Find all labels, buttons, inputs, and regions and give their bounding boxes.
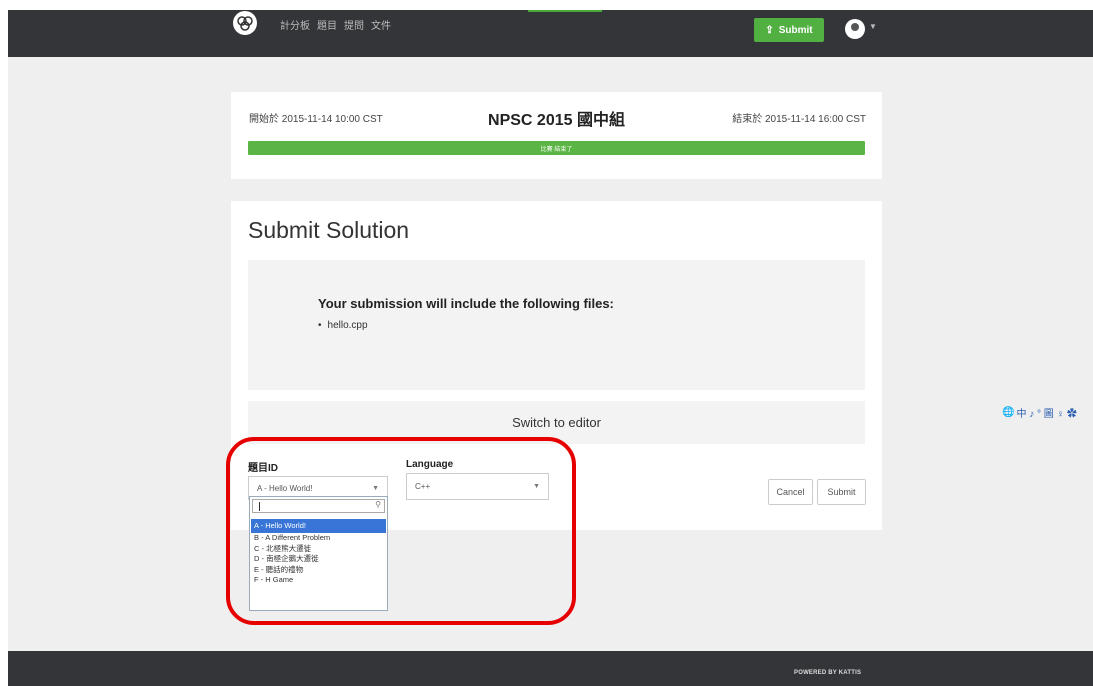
select-caret-icon: ▼ bbox=[533, 483, 540, 490]
footer: POWERED BY KATTIS bbox=[8, 651, 1093, 686]
upload-icon: ⇪ bbox=[765, 24, 774, 36]
dropdown-search-input[interactable]: ⚲ bbox=[252, 499, 385, 513]
page-title: Submit Solution bbox=[248, 217, 410, 243]
nav-links: 計分板 題目 提問 文件 bbox=[280, 17, 391, 32]
language-label: Language bbox=[406, 459, 454, 470]
problem-select-value: A - Hello World! bbox=[257, 483, 313, 493]
contest-progress-bar: 比賽 結束了 bbox=[248, 141, 865, 155]
nav-link-problems[interactable]: 題目 bbox=[317, 17, 337, 32]
dropdown-option[interactable]: D - 南極企鵝大遷徙 bbox=[251, 554, 386, 565]
switch-to-editor-button[interactable]: Switch to editor bbox=[248, 401, 865, 444]
top-submit-button[interactable]: ⇪ Submit bbox=[754, 18, 824, 42]
cancel-button[interactable]: Cancel bbox=[768, 479, 813, 505]
contest-info-card: 開始於 2015-11-14 10:00 CST NPSC 2015 國中組 結… bbox=[231, 92, 882, 179]
contest-end-time: 結束於 2015-11-14 16:00 CST bbox=[732, 114, 866, 125]
ime-toolbar[interactable]: 🌐 中 ♪ ° 圖 ♀ ✿ bbox=[1002, 404, 1093, 421]
text-cursor bbox=[259, 502, 260, 511]
nav-link-clarifications[interactable]: 提問 bbox=[344, 17, 364, 32]
file-list: hello.cpp bbox=[318, 320, 368, 331]
dropdown-option[interactable]: C - 北極熊大遷徙 bbox=[251, 544, 386, 555]
chevron-down-icon[interactable]: ▼ bbox=[869, 22, 877, 31]
nav-link-docs[interactable]: 文件 bbox=[371, 17, 391, 32]
dropdown-option[interactable]: B - A Different Problem bbox=[251, 533, 386, 544]
dropdown-option[interactable]: A - Hello World! bbox=[251, 519, 386, 533]
kattis-logo-icon[interactable] bbox=[233, 11, 257, 35]
user-avatar[interactable] bbox=[845, 19, 865, 39]
dropdown-option[interactable]: E - 聽話的禮物 bbox=[251, 565, 386, 576]
language-select[interactable]: C++ ▼ bbox=[406, 473, 549, 500]
search-icon: ⚲ bbox=[375, 500, 381, 509]
file-item: hello.cpp bbox=[318, 320, 368, 331]
contest-status: 比賽 結束了 bbox=[540, 146, 573, 153]
submit-button[interactable]: Submit bbox=[817, 479, 866, 505]
language-select-value: C++ bbox=[415, 482, 431, 491]
problem-id-label: 題目ID bbox=[248, 463, 278, 474]
dropdown-option[interactable]: F - H Game bbox=[251, 575, 386, 586]
switch-to-editor-label: Switch to editor bbox=[512, 415, 601, 430]
nav-accent-line bbox=[528, 10, 602, 12]
ime-chars: 中 ♪ ° 圖 ♀ ✿ bbox=[1016, 409, 1077, 420]
select-caret-icon: ▼ bbox=[372, 484, 379, 492]
files-heading: Your submission will include the followi… bbox=[318, 296, 614, 311]
dropdown-options: A - Hello World! B - A Different Problem… bbox=[251, 519, 386, 586]
footer-text: POWERED BY KATTIS bbox=[794, 670, 862, 676]
top-submit-label: Submit bbox=[778, 24, 813, 36]
problem-dropdown: ⚲ A - Hello World! B - A Different Probl… bbox=[249, 496, 388, 611]
submit-solution-card: Submit Solution Your submission will inc… bbox=[231, 201, 882, 530]
ime-globe-icon: 🌐 bbox=[1002, 407, 1015, 418]
nav-link-scoreboard[interactable]: 計分板 bbox=[280, 17, 310, 32]
files-panel: Your submission will include the followi… bbox=[248, 260, 865, 390]
top-navbar bbox=[8, 10, 1093, 57]
